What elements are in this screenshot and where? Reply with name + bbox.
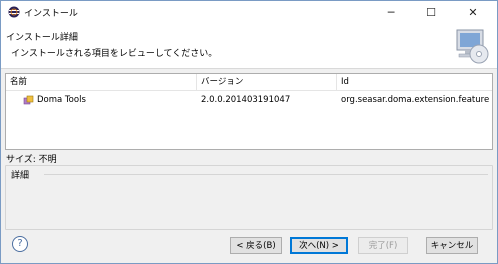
details-divider: [44, 174, 488, 175]
row-name: Doma Tools: [37, 95, 86, 105]
page-title: インストール詳細: [6, 33, 78, 43]
details-label: 詳細: [11, 168, 32, 181]
install-computer-icon: [456, 29, 489, 64]
help-icon[interactable]: ?: [12, 236, 28, 252]
back-button[interactable]: < 戻る(B): [230, 237, 282, 254]
install-dialog: インストール ─ ☐ ✕ インストール詳細 インストールされる項目をレビューして…: [0, 0, 498, 264]
page-description: インストールされる項目をレビューしてください。: [11, 49, 218, 59]
row-id: org.seasar.doma.extension.feature....: [341, 95, 489, 105]
title-bar: インストール ─ ☐ ✕: [1, 1, 497, 24]
minimize-button[interactable]: ─: [371, 1, 411, 24]
details-group: 詳細: [5, 165, 493, 230]
column-header-name[interactable]: 名前: [6, 74, 197, 91]
plugin-feature-icon: [23, 95, 34, 105]
maximize-button[interactable]: ☐: [411, 1, 451, 24]
table-row[interactable]: Doma Tools 2.0.0.201403191047 org.seasar…: [6, 92, 492, 108]
cancel-button[interactable]: キャンセル: [426, 237, 478, 254]
wizard-header: インストール詳細 インストールされる項目をレビューしてください。: [1, 24, 497, 69]
eclipse-icon: [8, 6, 20, 18]
finish-button[interactable]: 完了(F): [358, 237, 408, 254]
close-button[interactable]: ✕: [453, 1, 493, 24]
window-title: インストール: [24, 9, 78, 19]
next-button[interactable]: 次へ(N) >: [290, 237, 348, 254]
column-header-version[interactable]: バージョン: [197, 74, 337, 91]
size-label: サイズ: 不明: [6, 155, 57, 165]
column-header-id[interactable]: Id: [337, 74, 492, 91]
row-version: 2.0.0.201403191047: [201, 95, 291, 105]
install-items-table[interactable]: 名前 バージョン Id Doma Tools 2.0.0.20140319104…: [5, 73, 493, 150]
